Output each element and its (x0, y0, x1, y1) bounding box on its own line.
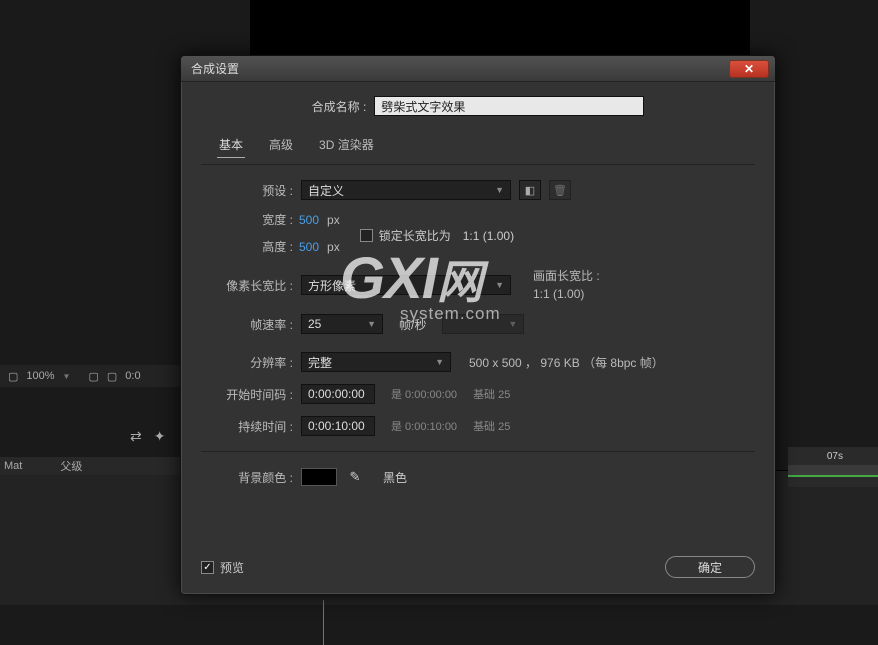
preset-label: 预设 : (201, 182, 293, 199)
start-tc-input[interactable] (301, 384, 375, 404)
duration-label: 持续时间 : (201, 418, 293, 435)
duration-hint-base: 基础 25 (473, 418, 510, 434)
tab-3d-renderer[interactable]: 3D 渲染器 (317, 132, 376, 158)
time-icon[interactable]: ▢ (107, 370, 117, 383)
pixel-aspect-value: 方形像素 (308, 277, 356, 294)
dialog-body: 合成名称 : 基本 高级 3D 渲染器 预设 : 自定义 ▼ ◧ 🗑 宽度 : (181, 82, 775, 512)
comp-name-row: 合成名称 : (201, 96, 755, 116)
height-unit: px (327, 240, 340, 254)
delete-preset-button: 🗑 (549, 180, 571, 200)
monitor-icon[interactable]: ▢ (8, 370, 18, 383)
preset-row: 预设 : 自定义 ▼ ◧ 🗑 (201, 179, 755, 201)
eyedropper-button[interactable]: ✎ (345, 467, 365, 487)
playhead-line (323, 600, 324, 645)
track-header-row: Mat 父级 (0, 457, 180, 475)
tab-advanced[interactable]: 高级 (267, 132, 295, 158)
pixel-aspect-label: 像素长宽比 : (201, 277, 293, 294)
dialog-footer: ✓ 预览 确定 (201, 556, 755, 578)
frame-aspect-value: 1:1 (1.00) (533, 285, 600, 303)
duration-hint-is: 是 0:00:10:00 (391, 418, 457, 434)
framerate-unit: 帧/秒 (399, 316, 426, 333)
zoom-bar: ▢ 100% ▼ ▢ ▢ 0:0 (0, 365, 180, 387)
save-preset-button[interactable]: ◧ (519, 180, 541, 200)
chevron-down-icon[interactable]: ▼ (63, 372, 71, 381)
eyedropper-icon: ✎ (350, 469, 361, 485)
preview-checkbox-row: ✓ 预览 (201, 559, 244, 576)
switch-icon[interactable]: ⇄ (130, 428, 142, 445)
dialog-titlebar[interactable]: 合成设置 ✕ (181, 56, 775, 82)
height-value[interactable]: 500 (299, 240, 319, 254)
width-label: 宽度 : (201, 211, 293, 228)
lock-aspect-label: 锁定长宽比为 (379, 227, 451, 244)
frame-aspect-info: 画面长宽比 : 1:1 (1.00) (533, 267, 600, 303)
dialog-title: 合成设置 (191, 60, 239, 77)
pixel-aspect-row: 像素长宽比 : 方形像素 ▼ 画面长宽比 : 1:1 (1.00) (201, 267, 755, 303)
start-tc-label: 开始时间码 : (201, 386, 293, 403)
timeline-tool-icons: ⇄ ✦ (130, 428, 165, 445)
resolution-value: 完整 (308, 354, 332, 371)
frame-aspect-label: 画面长宽比 : (533, 267, 600, 285)
ok-button[interactable]: 确定 (665, 556, 755, 578)
close-button[interactable]: ✕ (729, 60, 769, 78)
duration-row: 持续时间 : 是 0:00:10:00 基础 25 (201, 415, 755, 437)
chevron-down-icon: ▼ (367, 319, 376, 329)
timeline-ruler[interactable]: 07s (788, 447, 878, 487)
resolution-label: 分辨率 : (201, 354, 293, 371)
res-icon[interactable]: ▢ (88, 370, 98, 383)
bg-color-name: 黑色 (383, 469, 407, 486)
track-mat-label: Mat (4, 460, 22, 472)
composition-settings-dialog: 合成设置 ✕ 合成名称 : 基本 高级 3D 渲染器 预设 : 自定义 ▼ ◧ … (180, 55, 776, 595)
tab-separator (201, 164, 755, 165)
width-value[interactable]: 500 (299, 213, 319, 227)
framerate-value: 25 (308, 317, 321, 331)
zoom-value[interactable]: 100% (26, 370, 54, 382)
timeline-bar[interactable] (788, 465, 878, 477)
preview-checkbox[interactable]: ✓ (201, 561, 214, 574)
framerate-label: 帧速率 : (201, 316, 293, 333)
dropframe-dropdown: ▼ (442, 314, 524, 334)
close-icon: ✕ (744, 62, 754, 76)
start-tc-hint-base: 基础 25 (473, 386, 510, 402)
tabs: 基本 高级 3D 渲染器 (201, 132, 755, 158)
pixel-aspect-dropdown[interactable]: 方形像素 ▼ (301, 275, 511, 295)
start-tc-hint-is: 是 0:00:00:00 (391, 386, 457, 402)
viewer-background (250, 0, 750, 60)
tab-basic[interactable]: 基本 (217, 132, 245, 158)
dimensions-block: 宽度 : 500 px 高度 : 500 px 锁定长宽比为 1:1 (1.00… (201, 211, 755, 255)
resolution-info: 500 x 500 ， 976 KB （每 8bpc 帧） (469, 354, 664, 371)
width-unit: px (327, 213, 340, 227)
track-parent-label: 父级 (60, 458, 82, 474)
framerate-row: 帧速率 : 25 ▼ 帧/秒 ▼ (201, 313, 755, 335)
lock-aspect-checkbox[interactable] (360, 229, 373, 242)
chevron-down-icon: ▼ (508, 319, 517, 329)
preset-value: 自定义 (308, 182, 344, 199)
chevron-down-icon: ▼ (435, 357, 444, 367)
resolution-row: 分辨率 : 完整 ▼ 500 x 500 ， 976 KB （每 8bpc 帧） (201, 351, 755, 373)
lock-aspect-ratio: 1:1 (1.00) (463, 229, 514, 243)
height-label: 高度 : (201, 238, 293, 255)
duration-input[interactable] (301, 416, 375, 436)
preset-dropdown[interactable]: 自定义 ▼ (301, 180, 511, 200)
star-icon[interactable]: ✦ (154, 428, 166, 445)
time-marker: 07s (827, 451, 843, 462)
separator (201, 451, 755, 452)
bg-color-row: 背景颜色 : ✎ 黑色 (201, 466, 755, 488)
resolution-dropdown[interactable]: 完整 ▼ (301, 352, 451, 372)
bg-color-swatch[interactable] (301, 468, 337, 486)
chevron-down-icon: ▼ (495, 280, 504, 290)
time-partial: 0:0 (125, 370, 140, 382)
comp-name-label: 合成名称 : (312, 98, 367, 115)
preview-label: 预览 (220, 559, 244, 576)
chevron-down-icon: ▼ (495, 185, 504, 195)
framerate-dropdown[interactable]: 25 ▼ (301, 314, 383, 334)
start-timecode-row: 开始时间码 : 是 0:00:00:00 基础 25 (201, 383, 755, 405)
comp-name-input[interactable] (374, 96, 644, 116)
bg-color-label: 背景颜色 : (201, 469, 293, 486)
